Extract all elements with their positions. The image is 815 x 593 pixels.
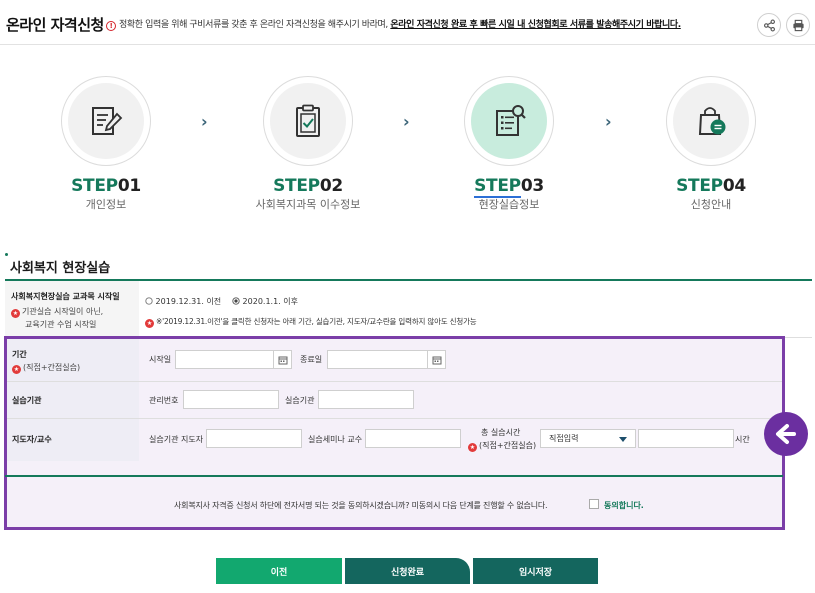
option-after-label: 2020.1.1. 이후: [242, 297, 298, 306]
agreement-divider: [5, 475, 783, 477]
dropdown-arrow-icon: [619, 437, 627, 442]
option-before-2020[interactable]: 2019.12.31. 이전: [145, 296, 221, 307]
supervisor-label-cell: 지도자/교수: [7, 419, 139, 461]
page-title: 온라인 자격신청: [6, 16, 104, 34]
step-02-sub: 사회복지과목 이수정보: [255, 198, 361, 211]
shopping-bag-message-icon: [698, 107, 726, 135]
step-04-circle: [666, 76, 756, 166]
radio-unchecked-icon: [145, 297, 153, 305]
step-02-circle: [263, 76, 353, 166]
seminar-professor-input[interactable]: [365, 429, 461, 448]
print-button[interactable]: [786, 13, 810, 37]
calendar-button[interactable]: [427, 351, 445, 368]
end-date-input[interactable]: [327, 350, 446, 369]
step-01-label: STEP01: [71, 176, 141, 196]
complete-button[interactable]: 신청완료: [345, 558, 470, 584]
total-hours-label: 총 실습시간: [481, 428, 521, 437]
printer-icon: [792, 19, 804, 31]
edit-document-icon: [92, 107, 123, 135]
end-date-label: 종료일: [300, 355, 323, 364]
required-icon: ★: [468, 443, 477, 452]
curriculum-sub1: ★ 기관실습 시작일이 아닌,: [11, 307, 104, 318]
agree-checkbox-label[interactable]: 동의합니다.: [604, 500, 644, 511]
institution-label-cell: 실습기관: [7, 382, 139, 418]
step-03-sub: 현장실습정보: [478, 198, 540, 211]
notice-text: 정확한 입력을 위해 구비서류를 갖춘 후 온라인 자격신청을 해주시기 바라며…: [119, 20, 391, 30]
hours-type-value: 직접입력: [549, 434, 579, 443]
section-title: 사회복지 현장실습: [10, 261, 111, 276]
institution-name-label: 실습기관: [285, 396, 315, 405]
header-notice: ! 정확한 입력을 위해 구비서류를 갖춘 후 온라인 자격신청을 해주시기 바라…: [106, 17, 681, 31]
institution-label: 실습기관: [12, 396, 42, 405]
period-label-cell: 기간 ★ (직접+간접실습): [7, 339, 139, 381]
period-sub: ★ (직접+간접실습): [12, 363, 81, 374]
header-divider: [0, 44, 815, 45]
highlight-arrow: [764, 412, 808, 456]
calendar-icon: [432, 356, 441, 364]
step-02-label: STEP02: [273, 176, 343, 196]
curriculum-label-cell: 사회복지현장실습 교과목 시작일 ★ 기관실습 시작일이 아닌, 교육기관 수업 …: [5, 281, 139, 337]
temp-save-button[interactable]: 임시저장: [473, 558, 598, 584]
step-03-label: STEP03: [474, 176, 544, 198]
search-list-icon: [496, 105, 526, 136]
hours-unit: 시간: [735, 435, 750, 444]
calendar-icon: [278, 356, 287, 364]
section-bullet: [5, 253, 8, 256]
curriculum-label: 사회복지현장실습 교과목 시작일: [11, 292, 120, 301]
hours-type-select[interactable]: 직접입력: [540, 429, 636, 448]
share-button[interactable]: [757, 13, 781, 37]
curriculum-sub2: 교육기관 수업 시작일: [25, 320, 97, 329]
curriculum-note: ★ ※'2019.12.31.이전'을 클릭한 신청자는 아래 기간, 실습기관,…: [145, 317, 477, 328]
step-03-circle: [464, 76, 554, 166]
start-date-input[interactable]: [175, 350, 292, 369]
clipboard-check-icon: [296, 104, 320, 137]
supervisor-label: 지도자/교수: [12, 435, 52, 444]
chevron-right-icon: ›: [605, 112, 612, 131]
mgmt-number-label: 관리번호: [149, 396, 179, 405]
seminar-professor-label: 실습세미나 교수: [308, 435, 363, 444]
prev-button[interactable]: 이전: [216, 558, 342, 584]
agreement-text: 사회복지사 자격증 신청서 하단에 전자서명 되는 것을 동의하시겠습니까? 미…: [174, 501, 548, 510]
step-01-circle: [61, 76, 151, 166]
agree-checkbox[interactable]: [589, 499, 599, 509]
step-04-label: STEP04: [676, 176, 746, 196]
required-icon: ★: [12, 365, 21, 374]
option-before-label: 2019.12.31. 이전: [155, 297, 222, 306]
institution-name-input[interactable]: [318, 390, 414, 409]
period-label: 기간: [12, 350, 27, 359]
chevron-right-icon: ›: [201, 112, 208, 131]
radio-checked-icon: [232, 297, 240, 305]
start-date-label: 시작일: [149, 355, 172, 364]
required-icon: ★: [11, 309, 20, 318]
calendar-button[interactable]: [273, 351, 291, 368]
step-04-sub: 신청안내: [690, 198, 732, 211]
chevron-right-icon: ›: [403, 112, 410, 131]
inst-supervisor-label: 실습기관 지도자: [149, 435, 204, 444]
inst-supervisor-input[interactable]: [206, 429, 302, 448]
required-icon: ★: [145, 319, 154, 328]
warning-icon: !: [106, 21, 116, 31]
notice-strong-text: 온라인 자격신청 완료 후 빠른 시일 내 신청협회로 서류를 발송해주시기 바…: [390, 20, 681, 30]
hours-input[interactable]: [638, 429, 734, 448]
step-01-sub: 개인정보: [85, 198, 127, 211]
total-hours-sub: ★ (직접+간접실습): [468, 441, 537, 452]
arrow-left-icon: [776, 424, 796, 444]
option-after-2020[interactable]: 2020.1.1. 이후: [232, 296, 298, 307]
mgmt-number-input[interactable]: [183, 390, 279, 409]
share-icon: [763, 19, 775, 31]
